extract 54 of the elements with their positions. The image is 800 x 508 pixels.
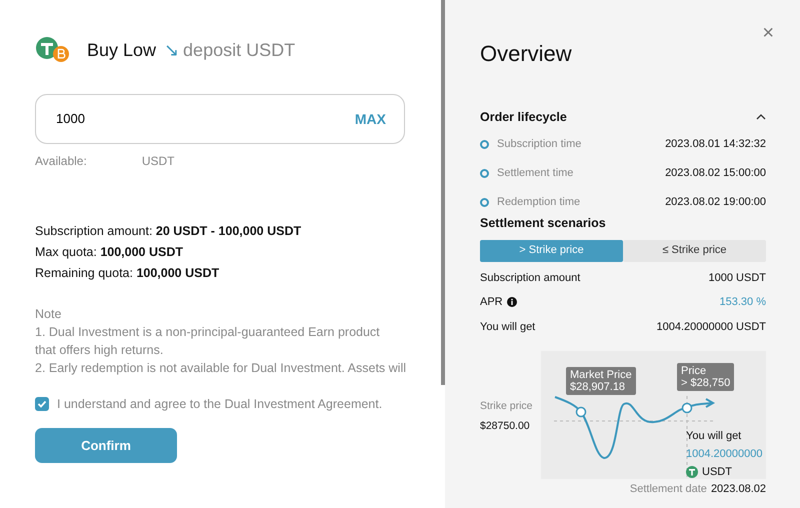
agreement-label: I understand and agree to the Dual Investment Agreement. bbox=[57, 396, 382, 413]
section-title: Settlement scenarios bbox=[480, 214, 607, 232]
row-label: APR bbox=[480, 295, 503, 310]
confirm-button[interactable]: Confirm bbox=[35, 428, 177, 463]
note-text: 2. Early redemption is not available for Dual Investment. Assets will bbox=[35, 360, 408, 377]
note-title: Note bbox=[35, 306, 62, 323]
note-text: 1. Dual Investment is a non-principal-guaranteed Earn product bbox=[35, 324, 381, 341]
chevron-icon[interactable] bbox=[756, 114, 766, 120]
info-icon[interactable] bbox=[506, 297, 517, 308]
available-unit: USDT bbox=[142, 153, 174, 170]
available-label: Available: bbox=[35, 153, 87, 170]
agreement-checkbox[interactable] bbox=[35, 397, 49, 412]
limit-text: Subscription amount: 20 USDT - 100,000 USDT bbox=[35, 223, 302, 240]
step-label: Redemption time bbox=[497, 195, 580, 210]
price-point bbox=[682, 402, 692, 414]
section-title: Order lifecycle bbox=[480, 109, 567, 126]
amount-field[interactable]: 1000 MAX bbox=[35, 94, 405, 144]
get-unit: USDT bbox=[702, 465, 732, 480]
step-dot bbox=[480, 198, 489, 207]
get-label: You will get bbox=[686, 429, 742, 444]
get-value: 1004.20000000 bbox=[686, 447, 762, 462]
limit-text: Max quota: 100,000 USDT bbox=[35, 244, 184, 261]
row-label: Subscription amount bbox=[480, 270, 580, 286]
market-price-tag: Market Price $28,907.18 bbox=[566, 367, 636, 395]
step-label: Settlement time bbox=[497, 166, 574, 181]
step-time: 2023.08.01 14:32:32 bbox=[665, 137, 766, 152]
strike-label: Strike price bbox=[480, 399, 534, 414]
row-value: 1000 USDT bbox=[708, 270, 766, 286]
tether-icon bbox=[686, 466, 698, 478]
max-button[interactable]: MAX bbox=[354, 108, 386, 130]
coin-pair-icon bbox=[35, 36, 71, 64]
limit-text: Remaining quota: 100,000 USDT bbox=[35, 265, 220, 282]
scenario-tab[interactable]: > Strike price bbox=[480, 240, 623, 262]
row-value: 1004.20000000 USDT bbox=[656, 320, 766, 334]
panel-title: Overview bbox=[480, 40, 572, 68]
trend-arrow: ↘ bbox=[164, 38, 180, 62]
settlement-date: 2023.08.02 bbox=[710, 482, 766, 497]
dialog-title: Buy Low bbox=[87, 38, 156, 62]
row-value: 153.30 % bbox=[720, 295, 766, 310]
note-text: that offers high returns. bbox=[35, 342, 164, 359]
step-dot bbox=[480, 168, 489, 178]
step-label: Subscription time bbox=[497, 137, 582, 152]
dialog-subtitle: deposit USDT bbox=[183, 38, 296, 62]
row-label: You will get bbox=[480, 320, 536, 334]
amount-input[interactable]: 1000 bbox=[54, 108, 355, 130]
step-dot bbox=[480, 140, 489, 149]
strike-value: $28750.00 bbox=[480, 418, 531, 434]
settlement-date-label: Settlement date bbox=[630, 482, 707, 497]
market-point bbox=[576, 406, 586, 418]
step-time: 2023.08.02 15:00:00 bbox=[665, 166, 766, 181]
step-time: 2023.08.02 19:00:00 bbox=[665, 195, 766, 210]
close-button[interactable]: × bbox=[762, 22, 774, 44]
price-tag: Price > $28,750 bbox=[677, 363, 734, 391]
scenario-tab[interactable]: ≤ Strike price bbox=[623, 240, 766, 262]
